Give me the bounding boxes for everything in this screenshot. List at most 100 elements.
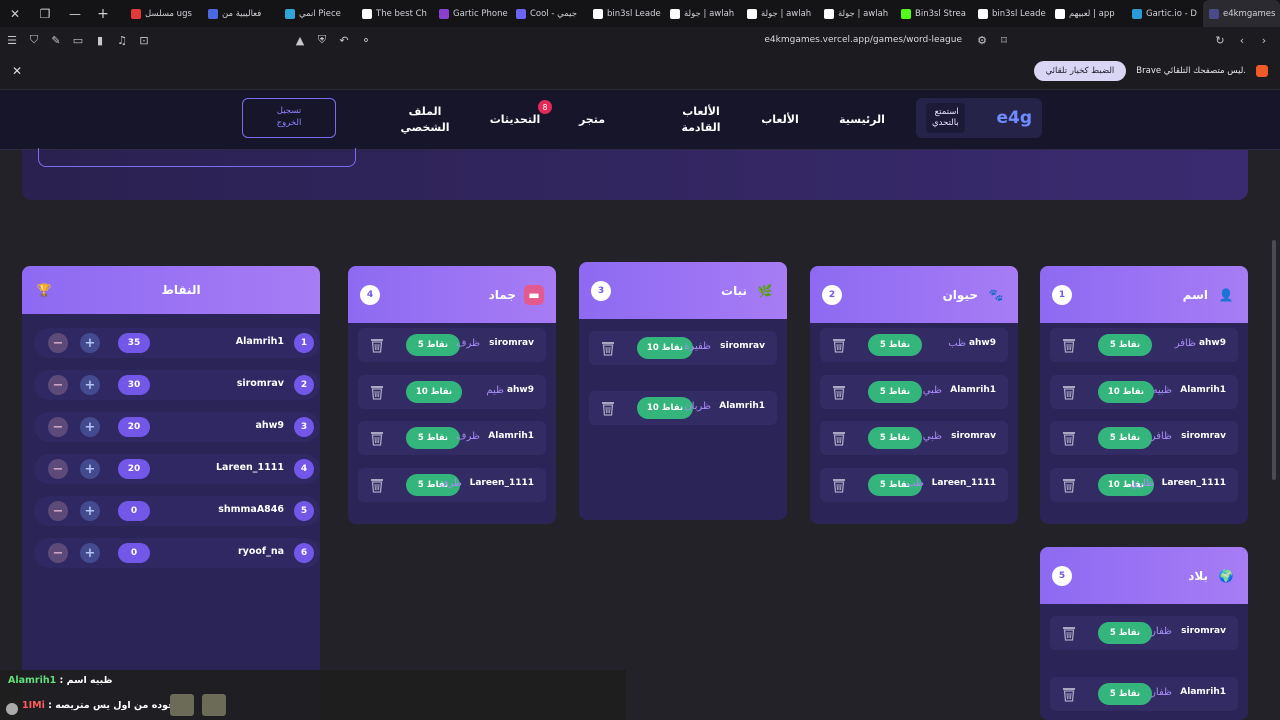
tab-favicon-icon	[439, 8, 449, 19]
brave-rewards-icon[interactable]: ▲	[290, 30, 310, 50]
player-name: Alamrih1	[235, 336, 284, 347]
player-rank: 2	[294, 375, 314, 395]
share-icon[interactable]: ↶	[334, 30, 354, 50]
tab[interactable]: The best Ch	[356, 0, 433, 27]
tab[interactable]: جولة | awlah	[741, 0, 818, 27]
delete-answer-icon[interactable]	[601, 340, 615, 356]
box-icon: ▬	[524, 284, 544, 305]
address-bar[interactable]: e4kmgames.vercel.app/games/word-league	[376, 35, 970, 45]
points-badge: 5 نقاط	[1098, 683, 1152, 705]
delete-answer-icon[interactable]	[1062, 477, 1076, 493]
increase-score-button[interactable]: +	[80, 417, 100, 437]
category-column: 4 جماد ▬ 5 نقاط ظرف siromrav 10 نقاط ظيم ahw9 5 ن…	[348, 266, 556, 524]
tab[interactable]: Cool - جيمي	[510, 0, 587, 27]
tab-favicon-icon	[978, 8, 988, 19]
tab[interactable]: جولة | awlah	[664, 0, 741, 27]
delete-answer-icon[interactable]	[1062, 384, 1076, 400]
decrease-score-button[interactable]: −	[48, 417, 68, 437]
category-column: 1 اسم 👤 5 نقاط ظافر ahw9 10 نقاط ظبيه Alamrih1 5 …	[1040, 266, 1248, 524]
nav-updates[interactable]: التحديثات	[480, 90, 550, 150]
answer-word: ظفيرة	[684, 341, 711, 352]
delete-answer-icon[interactable]	[370, 477, 384, 493]
nav-home[interactable]: الرئيسية	[826, 90, 898, 150]
nav-upcoming-line-1: الألعاب	[682, 104, 720, 118]
score-value: 35	[118, 333, 150, 353]
delete-answer-icon[interactable]	[832, 430, 846, 446]
puzzle-icon[interactable]: ✎	[46, 30, 66, 50]
tab[interactable]: انمي Piece	[279, 0, 356, 27]
tab[interactable]: فعاليبية من	[202, 0, 279, 27]
increase-score-button[interactable]: +	[80, 543, 100, 563]
logout-button[interactable]: تسجيل الخروج	[242, 98, 336, 138]
nav-profile[interactable]: الملف الشخصي	[390, 90, 460, 150]
delete-answer-icon[interactable]	[1062, 337, 1076, 353]
sidebar-icon[interactable]: ▮	[90, 30, 110, 50]
delete-answer-icon[interactable]	[601, 400, 615, 416]
bookmark-icon[interactable]: ⌑	[994, 30, 1014, 50]
tab[interactable]: bin3sl Leade	[972, 0, 1049, 27]
delete-answer-icon[interactable]	[1062, 686, 1076, 702]
shield-icon[interactable]: ⛉	[24, 30, 44, 50]
answer-word: ظرف	[438, 478, 462, 489]
answer-username: Alamrih1	[488, 431, 534, 441]
new-tab-icon[interactable]: +	[90, 6, 116, 22]
answer-input[interactable]	[38, 148, 356, 167]
back-icon[interactable]: ›	[1254, 30, 1274, 50]
delete-answer-icon[interactable]	[370, 337, 384, 353]
answer-username: Alamrih1	[719, 401, 765, 411]
category-column: 5 بلاد 🌍 5 نقاط ظفار siromrav 5 نقاط ظفار Alamri…	[1040, 547, 1248, 720]
screenshot-icon[interactable]: ⊡	[134, 30, 154, 50]
decrease-score-button[interactable]: −	[48, 501, 68, 521]
chat-message-1: Alamrih1 : ظبيه اسم	[8, 675, 112, 686]
player-name: shmmaA846	[218, 504, 284, 515]
increase-score-button[interactable]: +	[80, 333, 100, 353]
minimize-window-icon[interactable]: —	[60, 0, 90, 27]
close-window-icon[interactable]: ✕	[0, 0, 30, 27]
points-badge: 5 نقاط	[406, 427, 460, 449]
delete-answer-icon[interactable]	[832, 384, 846, 400]
nav-games[interactable]: الألعاب	[748, 90, 812, 150]
nav-store[interactable]: متجر	[566, 90, 618, 150]
close-infobar-icon[interactable]: ✕	[12, 64, 22, 78]
menu-icon[interactable]: ☰	[2, 30, 22, 50]
delete-answer-icon[interactable]	[1062, 430, 1076, 446]
forward-icon[interactable]: ‹	[1232, 30, 1252, 50]
tab-active[interactable]: e4kmgames✕	[1203, 0, 1280, 27]
delete-answer-icon[interactable]	[370, 384, 384, 400]
tab[interactable]: مسلسل ugs	[125, 0, 202, 27]
decrease-score-button[interactable]: −	[48, 543, 68, 563]
page-scrollbar[interactable]	[1272, 240, 1276, 480]
delete-answer-icon[interactable]	[832, 337, 846, 353]
browser-toolbar: ☰ ⛉ ✎ ▭ ▮ ♫ ⊡ ▲ ⛨ ↶ ⚬ e4kmgames.vercel.a…	[0, 27, 1280, 53]
tabs-icon[interactable]: ▭	[68, 30, 88, 50]
decrease-score-button[interactable]: −	[48, 333, 68, 353]
delete-answer-icon[interactable]	[370, 430, 384, 446]
increase-score-button[interactable]: +	[80, 459, 100, 479]
set-default-button[interactable]: الضبط كخيار تلقائي	[1033, 61, 1127, 81]
reload-icon[interactable]: ↻	[1210, 30, 1230, 50]
tab[interactable]: bin3sl Leade	[587, 0, 664, 27]
tab[interactable]: جولة | awlah	[818, 0, 895, 27]
nav-upcoming-games[interactable]: الألعاب القادمة	[664, 90, 738, 150]
brave-shield-icon[interactable]: ⛨	[312, 30, 332, 50]
delete-answer-icon[interactable]	[1062, 625, 1076, 641]
music-icon[interactable]: ♫	[112, 30, 132, 50]
answer-entry: 5 نقاط ظرف Alamrih1	[358, 421, 546, 455]
increase-score-button[interactable]: +	[80, 375, 100, 395]
tune-icon[interactable]: ⚙	[972, 30, 992, 50]
category-title: جماد	[488, 287, 516, 302]
tab[interactable]: لعبيهم | app	[1049, 0, 1126, 27]
site-info-icon[interactable]: ⚬	[356, 30, 376, 50]
tab[interactable]: Gartic.io - D	[1126, 0, 1203, 27]
answer-word: ظفار	[1151, 626, 1172, 637]
decrease-score-button[interactable]: −	[48, 459, 68, 479]
tab[interactable]: Gartic Phone	[433, 0, 510, 27]
decrease-score-button[interactable]: −	[48, 375, 68, 395]
score-row: − +30 siromrav 2	[34, 370, 320, 400]
tab-label: bin3sl Leade	[992, 8, 1046, 19]
site-logo[interactable]: استمتع بالتحدي e4g	[916, 98, 1042, 138]
tab[interactable]: Bin3sl Strea	[895, 0, 972, 27]
increase-score-button[interactable]: +	[80, 501, 100, 521]
restore-window-icon[interactable]: ❐	[30, 0, 60, 27]
delete-answer-icon[interactable]	[832, 477, 846, 493]
